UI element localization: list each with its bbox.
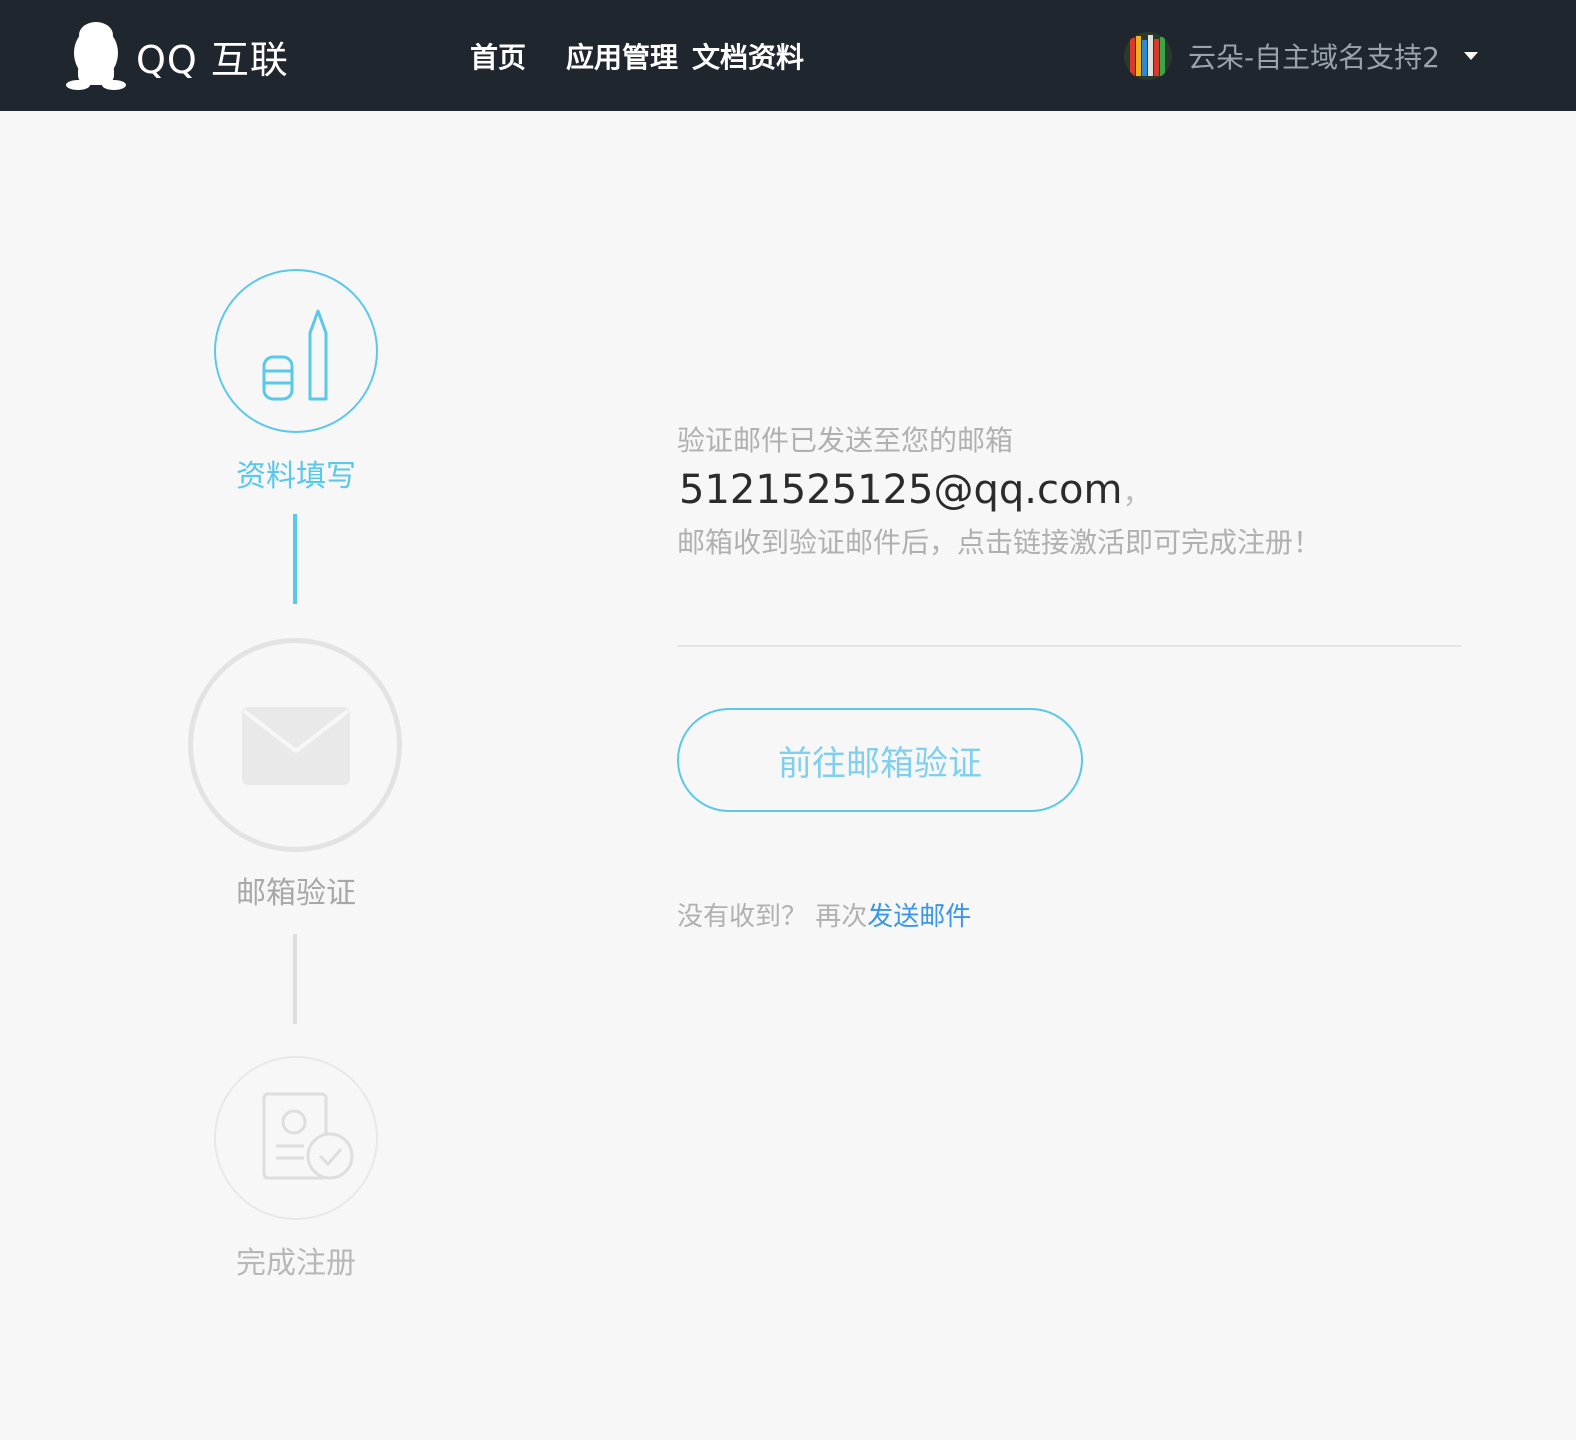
step-connector — [293, 514, 297, 604]
pen-icon — [260, 307, 334, 407]
verification-message: 验证邮件已发送至您的邮箱 5121525125@qq.com， 邮箱收到验证邮件… — [677, 420, 1467, 568]
resend-row: 没有收到？ 再次发送邮件 — [677, 896, 971, 933]
step-profile-circle — [214, 269, 378, 433]
caret-down-icon[interactable] — [1463, 52, 1478, 60]
user-menu[interactable]: 云朵-自主域名支持2 — [1124, 32, 1478, 80]
top-nav-bar: QQ 互联 首页 应用管理 文档资料 云朵-自主域名支持2 — [0, 0, 1576, 111]
step-email-label: 邮箱验证 — [236, 876, 356, 911]
email-address-line: 5121525125@qq.com， — [679, 462, 1467, 518]
user-name: 云朵-自主域名支持2 — [1188, 41, 1440, 74]
step-connector — [293, 934, 297, 1024]
divider — [677, 645, 1461, 647]
id-card-check-icon — [260, 1092, 356, 1188]
step-complete-circle — [214, 1056, 378, 1220]
logo-text: QQ 互联 — [136, 37, 289, 82]
step-complete-label: 完成注册 — [236, 1246, 356, 1281]
email-sent-text: 验证邮件已发送至您的邮箱 — [677, 424, 1014, 457]
nav-app-management[interactable]: 应用管理 — [566, 36, 678, 76]
qq-connect-logo[interactable]: QQ 互联 — [66, 20, 289, 92]
step-email-circle — [188, 638, 402, 852]
envelope-icon — [242, 707, 350, 789]
avatar — [1124, 32, 1172, 80]
go-to-mailbox-button[interactable]: 前往邮箱验证 — [677, 708, 1083, 812]
nav-docs[interactable]: 文档资料 — [692, 36, 804, 76]
resend-prompt: 没有收到？ 再次 — [677, 902, 868, 932]
qq-penguin-icon — [66, 21, 126, 91]
activation-instructions: 邮箱收到验证邮件后，点击链接激活即可完成注册！ — [677, 526, 1322, 559]
nav-home[interactable]: 首页 — [470, 36, 526, 76]
resend-email-link[interactable]: 发送邮件 — [867, 902, 971, 932]
email-separator: ， — [1122, 476, 1153, 511]
step-profile-label: 资料填写 — [236, 459, 356, 494]
email-address: 5121525125@qq.com — [679, 467, 1123, 513]
main-nav: 首页 应用管理 文档资料 — [470, 36, 844, 76]
